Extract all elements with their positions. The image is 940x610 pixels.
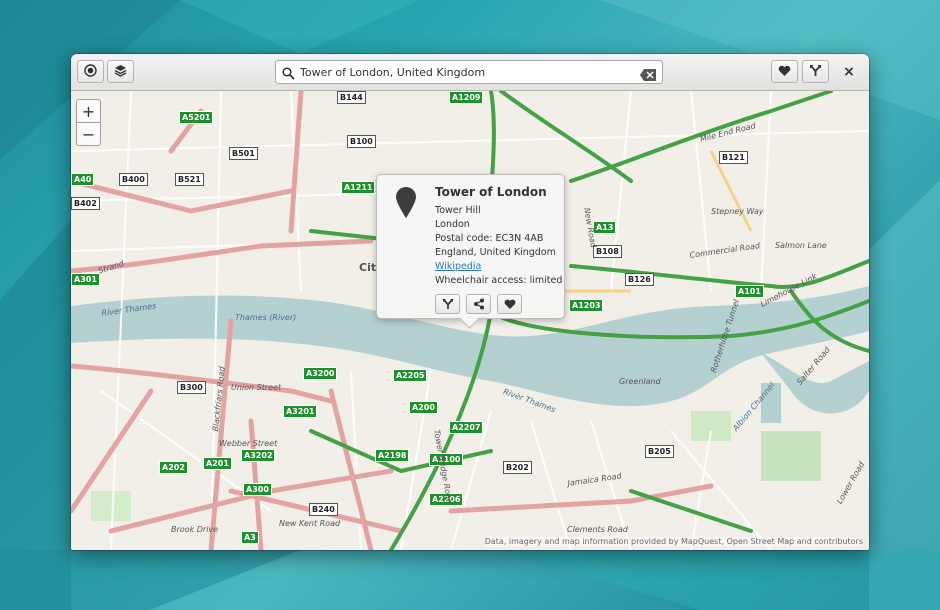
place-pin-icon [395,187,417,223]
map-label: Clements Road [567,525,628,534]
search-input[interactable] [300,63,635,81]
map-label: Limehouse Link [759,271,819,309]
locate-icon [84,62,97,81]
place-title: Tower of London [435,185,547,199]
zoom-in-button[interactable]: + [76,99,101,123]
search-icon [282,65,295,84]
maps-window: × [71,54,869,550]
map-label: Brook Drive [171,525,219,534]
map-label: Mile End Road [699,121,757,144]
wikipedia-link[interactable]: Wikipedia [435,261,481,272]
map-label: Albion Channel [731,380,777,433]
route-button[interactable] [802,60,829,83]
favorites-button[interactable] [771,60,798,83]
share-location-button[interactable] [466,294,491,314]
map-label: Greenland [619,377,661,386]
place-region: England, United Kingdom [435,247,556,258]
close-icon: × [843,64,855,80]
map-view[interactable]: A1209 B144 A5201 B100 B501 A40 B400 B521 A1211 B4… [71,91,869,550]
map-label: Salter Road [795,345,832,387]
map-label: Stepney Way [711,207,764,216]
locate-button[interactable] [77,60,104,83]
map-label: Jamaica Road [567,471,623,488]
close-button[interactable]: × [839,62,859,82]
zoom-in-label: + [81,101,96,121]
map-label: Commercial Road [689,241,761,260]
map-label: River Thames [101,301,157,318]
search-entry[interactable] [275,60,663,84]
place-popover: Tower of London Tower Hill London Postal… [376,174,565,329]
map-label: River Thames [501,387,557,415]
map-label: Lower Road [835,460,867,506]
place-street: Tower Hill [435,205,481,216]
map-label: Salmon Lane [775,241,827,250]
map-label: Thames (River) [235,313,297,322]
header-bar: × [71,54,869,91]
layers-button[interactable] [107,60,134,83]
wheelchair-access: Wheelchair access: limited [435,275,563,286]
route-icon [809,62,822,81]
route-icon [442,295,454,314]
map-label: Webber Street [219,439,278,448]
map-label: Tower Bridge Road [432,429,455,505]
map-label: Strand [97,258,126,276]
map-label: Rotherhithe Tunnel [709,298,742,374]
place-postal-code: Postal code: EC3N 4AB [435,233,544,244]
zoom-out-label: − [81,124,96,144]
clear-icon[interactable] [640,66,656,85]
heart-icon [504,295,516,314]
heart-icon [778,62,791,81]
place-town: London [435,219,470,230]
route-to-button[interactable] [435,294,460,314]
add-favorite-button[interactable] [497,294,522,314]
map-label: Union Street [231,383,282,392]
map-label: Blackfriars Road [211,366,227,432]
layers-icon [114,62,127,81]
map-label: New Kent Road [279,519,341,528]
zoom-out-button[interactable]: − [76,122,101,146]
share-icon [473,295,485,314]
map-attribution: Data, imagery and map information provid… [484,537,863,546]
map-label: New Road [582,207,599,249]
